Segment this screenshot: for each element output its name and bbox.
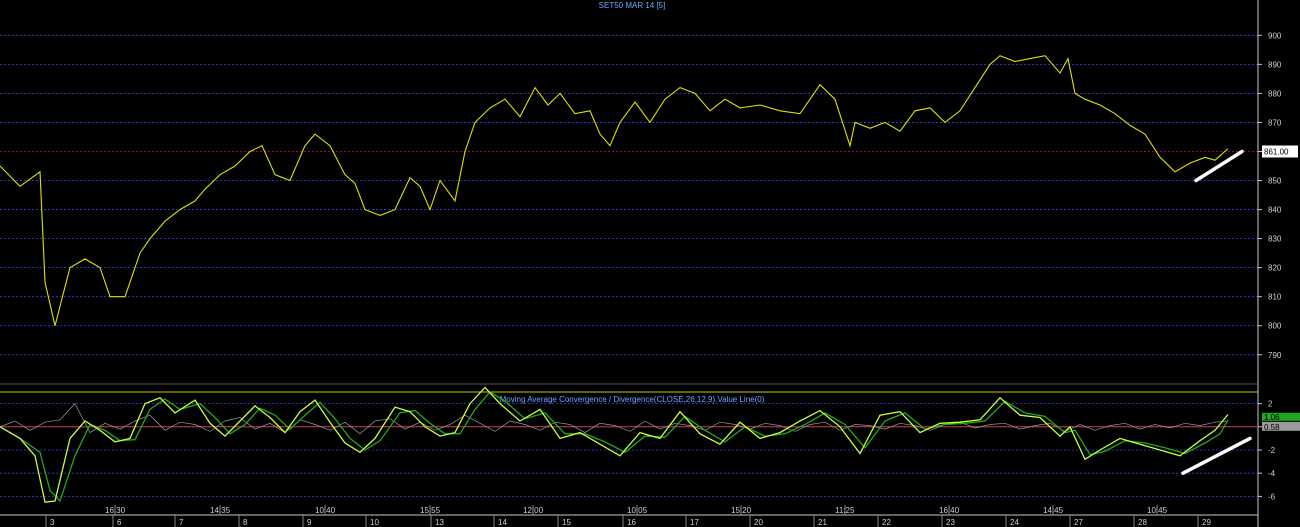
day-tick-label: 29 [1202,518,1211,527]
y-tick-label: 890 [1268,60,1282,69]
y-tick-label: -2 [1268,446,1276,455]
day-tick-label: 27 [1074,518,1083,527]
y-tick-label: 2 [1268,400,1273,409]
day-tick-label: 24 [1010,518,1019,527]
day-tick-label: 9 [307,518,312,527]
day-tick-label: 21 [818,518,827,527]
day-tick-label: 17 [690,518,699,527]
day-tick-label: 28 [1138,518,1147,527]
time-tick-label: 12:00 [523,506,544,515]
chart-background [0,0,1300,527]
chart-title: SET50 MAR 14 [5] [599,1,666,10]
signal-value-label: 0.58 [1264,423,1280,432]
macd-indicator-title: Moving Average Convergence / Divergence(… [500,395,765,404]
y-tick-label: 820 [1268,264,1282,273]
time-tick-label: 11:25 [835,506,855,515]
time-tick-label: 15:55 [420,506,441,515]
y-tick-label: 850 [1268,177,1282,186]
day-tick-label: 8 [243,518,248,527]
time-tick-label: 15:20 [731,506,752,515]
y-tick-label: 810 [1268,293,1282,302]
day-tick-label: 10 [370,518,379,527]
day-tick-label: 3 [50,518,55,527]
time-tick-label: 10:45 [1147,506,1168,515]
macd-value-label: 1.06 [1264,413,1280,422]
y-tick-label: 900 [1268,31,1282,40]
y-tick-label: -4 [1268,469,1276,478]
y-tick-label: 830 [1268,235,1282,244]
chart-canvas: SET50 MAR 14 [5] 79080081082083084085086… [0,0,1300,527]
time-tick-label: 10:05 [627,506,648,515]
time-tick-label: 14:35 [210,506,231,515]
last-price-label: 861.00 [1264,147,1289,156]
day-tick-label: 22 [882,518,891,527]
day-tick-label: 23 [946,518,955,527]
day-tick-label: 16 [627,518,636,527]
time-tick-label: 16:30 [105,506,126,515]
time-tick-label: 16:40 [939,506,960,515]
time-tick-label: 10:40 [315,506,336,515]
y-tick-label: 870 [1268,118,1282,127]
y-tick-label: 840 [1268,206,1282,215]
y-tick-label: 800 [1268,322,1282,331]
day-tick-label: 6 [117,518,122,527]
day-tick-label: 14 [498,518,507,527]
time-tick-label: 14:45 [1043,506,1064,515]
day-tick-label: 7 [179,518,184,527]
day-tick-label: 13 [435,518,444,527]
day-tick-label: 15 [562,518,571,527]
y-tick-label: 790 [1268,351,1282,360]
y-tick-label: -6 [1268,492,1276,501]
day-tick-label: 20 [754,518,763,527]
y-tick-label: 880 [1268,89,1282,98]
